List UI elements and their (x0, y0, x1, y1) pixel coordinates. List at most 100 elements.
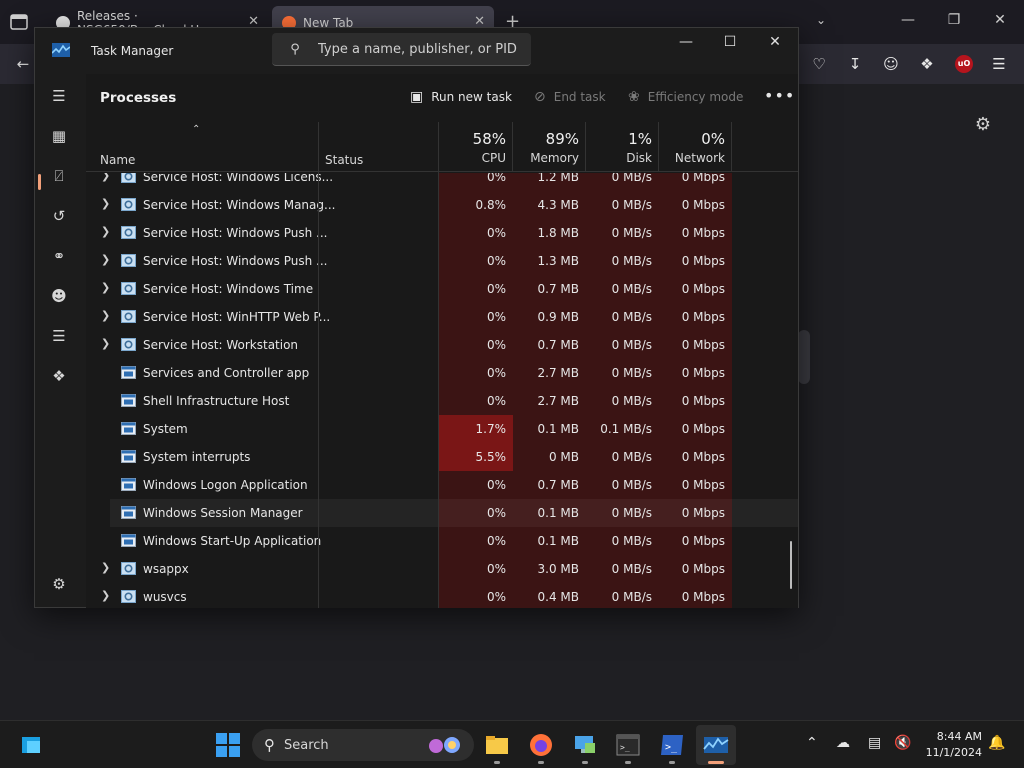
table-row[interactable]: ❯ Service Host: Windows Push ... 0% 1.8 MB 0… (86, 219, 798, 247)
expand-chevron-icon[interactable]: ❯ (101, 309, 110, 322)
network-value: 0 Mbps (681, 590, 725, 604)
table-row[interactable]: ❯ Service Host: Windows Push ... 0% 1.3 MB 0… (86, 247, 798, 275)
table-row[interactable]: ❯ wsappx 0% 3.0 MB 0 MB/s 0 Mbps (86, 555, 798, 583)
column-divider[interactable] (585, 122, 586, 172)
column-divider[interactable] (658, 122, 659, 172)
process-name: Service Host: Windows Manag... (143, 198, 336, 212)
column-header-cpu[interactable]: 58% CPU (439, 122, 506, 165)
restore-icon[interactable]: ❐ (944, 12, 964, 28)
table-row[interactable]: ❯ Service Host: Windows Manag... 0.8% 4.3 M… (86, 191, 798, 219)
volume-muted-icon[interactable]: 🔇 (894, 735, 911, 751)
app-history-icon[interactable]: ↺ (47, 204, 71, 228)
account-icon[interactable]: ☺ (880, 53, 902, 75)
process-rows[interactable]: ❯ Service Host: Windows Licens... 0% 1.2 MB… (86, 173, 798, 608)
menu-icon[interactable]: ☰ (988, 53, 1010, 75)
table-row[interactable]: ❯ wusvcs 0% 0.4 MB 0 MB/s 0 Mbps (86, 583, 798, 608)
terminal-icon[interactable]: >_ (614, 731, 642, 759)
memory-value: 0.7 MB (537, 478, 579, 492)
memory-value: 0.4 MB (537, 590, 579, 604)
ublock-origin-icon[interactable]: uO (955, 55, 973, 73)
services-icon[interactable]: ❖ (47, 364, 71, 388)
task-manager-titlebar[interactable]: Task Manager ⚲ — ☐ ✕ (35, 28, 798, 74)
column-header-network[interactable]: 0% Network (659, 122, 725, 165)
powershell-icon[interactable]: >_ (658, 731, 686, 759)
column-header-name[interactable]: Name (100, 153, 135, 167)
table-row[interactable]: System 1.7% 0.1 MB 0.1 MB/s 0 Mbps (86, 415, 798, 443)
expand-chevron-icon[interactable]: ❯ (101, 225, 110, 238)
new-tab-settings-icon[interactable]: ⚙ (972, 114, 994, 136)
table-row[interactable]: Windows Logon Application 0% 0.7 MB 0 MB/s 0… (86, 471, 798, 499)
hamburger-icon[interactable]: ☰ (47, 84, 71, 108)
start-icon[interactable] (214, 731, 242, 759)
users-icon[interactable]: ☻ (47, 284, 71, 308)
file-explorer-icon[interactable] (483, 731, 511, 759)
network-icon[interactable]: ▤ (868, 735, 881, 751)
running-indicator (582, 761, 588, 764)
expand-chevron-icon[interactable]: ❯ (101, 281, 110, 294)
back-icon[interactable]: ← (12, 53, 34, 75)
more-options-icon[interactable]: ••• (764, 86, 795, 105)
column-divider[interactable] (438, 122, 439, 608)
column-divider[interactable] (512, 122, 513, 172)
minimize-icon[interactable]: — (671, 34, 701, 56)
onedrive-icon[interactable]: ☁ (836, 735, 850, 751)
end-task-button[interactable]: ⊘ End task (534, 89, 606, 105)
downloads-icon[interactable]: ↧ (844, 53, 866, 75)
system-clock[interactable]: 8:44 AM 11/1/2024 (916, 729, 982, 761)
remote-desktop-icon[interactable] (571, 731, 599, 759)
startup-apps-icon[interactable]: ⚭ (47, 244, 71, 268)
firefox-view-icon[interactable] (8, 11, 32, 33)
table-row[interactable]: Services and Controller app 0% 2.7 MB 0 MB/… (86, 359, 798, 387)
process-name: Service Host: Windows Time (143, 282, 314, 296)
run-new-task-button[interactable]: ▣ Run new task (410, 89, 512, 105)
expand-chevron-icon[interactable]: ❯ (101, 589, 110, 602)
column-divider[interactable] (731, 122, 732, 172)
page-scrollbar[interactable] (798, 330, 810, 384)
table-row[interactable]: Shell Infrastructure Host 0% 2.7 MB 0 MB/s 0… (86, 387, 798, 415)
processes-icon[interactable]: ▦ (47, 124, 71, 148)
process-window-icon (121, 450, 136, 463)
task-manager-icon[interactable] (702, 731, 730, 759)
expand-chevron-icon[interactable]: ❯ (101, 253, 110, 266)
column-header-disk[interactable]: 1% Disk (586, 122, 652, 165)
pocket-icon[interactable]: ♡ (808, 53, 830, 75)
extensions-icon[interactable]: ❖ (916, 53, 938, 75)
table-row[interactable]: Windows Session Manager 0% 0.1 MB 0 MB/s 0 M… (86, 499, 798, 527)
expand-chevron-icon[interactable]: ❯ (101, 197, 110, 210)
table-row[interactable]: ❯ Service Host: Windows Licens... 0% 1.2 MB… (86, 173, 798, 191)
close-icon[interactable]: ✕ (990, 12, 1010, 28)
expand-chevron-icon[interactable]: ❯ (101, 337, 110, 350)
firefox-icon[interactable] (527, 731, 555, 759)
network-value: 0 Mbps (681, 338, 725, 352)
details-icon[interactable]: ☰ (47, 324, 71, 348)
taskbar-search[interactable]: ⚲ Search (252, 729, 474, 761)
service-gear-icon (121, 173, 136, 183)
table-row[interactable]: ❯ Service Host: Windows Time 0% 0.7 MB 0 MB/… (86, 275, 798, 303)
column-divider[interactable] (318, 122, 319, 608)
expand-chevron-icon[interactable]: ❯ (101, 173, 110, 182)
expand-chevron-icon[interactable]: ❯ (101, 561, 110, 574)
maximize-icon[interactable]: ☐ (715, 34, 745, 56)
notifications-icon[interactable]: 🔔 (988, 735, 1005, 751)
widgets-icon[interactable] (18, 731, 46, 759)
table-row[interactable]: ❯ Service Host: WinHTTP Web P... 0% 0.9 MB 0… (86, 303, 798, 331)
table-row[interactable]: Windows Start-Up Application 0% 0.1 MB 0 MB… (86, 527, 798, 555)
running-indicator (494, 761, 500, 764)
table-scrollbar[interactable] (790, 541, 792, 589)
table-row[interactable]: System interrupts 5.5% 0 MB 0 MB/s 0 Mbps (86, 443, 798, 471)
search-input[interactable] (318, 41, 518, 57)
list-all-tabs-icon[interactable]: ⌄ (816, 13, 826, 27)
cpu-value: 0.8% (475, 198, 507, 212)
performance-icon[interactable]: ⍁ (47, 164, 71, 188)
column-header-memory[interactable]: 89% Memory (513, 122, 579, 165)
show-hidden-icons-icon[interactable]: ⌃ (806, 735, 818, 751)
efficiency-mode-button[interactable]: ❀ Efficiency mode (628, 89, 743, 105)
close-icon[interactable]: ✕ (760, 34, 790, 56)
process-search-box[interactable]: ⚲ (272, 33, 531, 66)
settings-icon[interactable]: ⚙ (47, 572, 71, 596)
table-row[interactable]: ❯ Service Host: Workstation 0% 0.7 MB 0 MB/s… (86, 331, 798, 359)
process-name: Services and Controller app (143, 366, 310, 380)
column-header-status[interactable]: Status (325, 153, 363, 167)
minimize-icon[interactable]: — (898, 12, 918, 28)
process-name: Service Host: WinHTTP Web P... (143, 310, 331, 324)
